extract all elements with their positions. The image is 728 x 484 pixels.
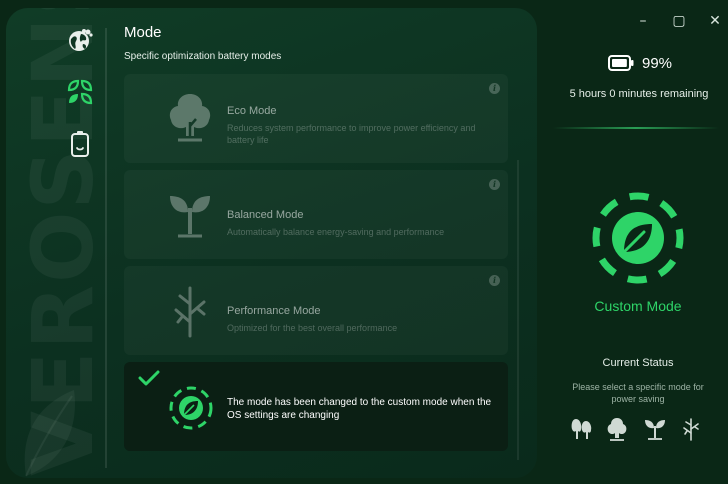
status-hint: Please select a specific mode for power …: [572, 382, 704, 404]
battery-level-icon: [608, 55, 634, 71]
nav-battery[interactable]: [62, 126, 98, 162]
check-icon: [138, 370, 160, 386]
info-icon[interactable]: i: [489, 275, 500, 286]
custom-mode-icon: [169, 386, 213, 430]
status-divider: [553, 127, 719, 129]
mode-title-eco: Eco Mode: [227, 105, 277, 117]
eco-globe-icon: [69, 29, 93, 51]
mode-card-custom[interactable]: The mode has been changed to the custom …: [124, 362, 508, 451]
mode-title-balanced: Balanced Mode: [227, 209, 304, 221]
page-subtitle: Specific optimization battery modes: [124, 51, 282, 62]
sprout-icon: [170, 196, 210, 238]
mode-card-eco[interactable]: Eco Mode Reduces system performance to i…: [124, 74, 508, 163]
info-icon[interactable]: i: [489, 179, 500, 190]
maximize-button[interactable]: ▢: [668, 10, 690, 32]
mode-card-balanced[interactable]: Balanced Mode Automatically balance ener…: [124, 170, 508, 259]
current-status-label: Current Status: [602, 357, 674, 369]
minimize-button[interactable]: –: [632, 10, 654, 32]
nav-divider-line: [105, 28, 107, 468]
mode-card-performance[interactable]: Performance Mode Optimized for the best …: [124, 266, 508, 355]
leaf-decoration-icon: [24, 390, 75, 477]
leaves-grid-icon: [67, 79, 93, 105]
custom-mode-message: The mode has been changed to the custom …: [227, 397, 492, 421]
battery-status: 99%: [608, 52, 672, 74]
close-button[interactable]: ✕: [704, 10, 726, 32]
nav-mode[interactable]: [62, 74, 98, 110]
mode-desc-balanced: Automatically balance energy-saving and …: [227, 227, 445, 237]
info-icon[interactable]: i: [489, 83, 500, 94]
page-title: Mode: [124, 24, 162, 41]
battery-percent: 99%: [642, 54, 673, 72]
battery-icon: [71, 131, 89, 157]
mode-desc-eco: Reduces system performance to improve po…: [227, 123, 476, 145]
sprout-icon[interactable]: [644, 417, 666, 441]
tree-icon: [169, 94, 211, 142]
tree-icon[interactable]: [606, 417, 628, 441]
time-remaining: 5 hours 0 minutes remaining: [569, 88, 709, 100]
active-mode-icon: [592, 192, 684, 284]
active-mode-label: Custom Mode: [594, 298, 682, 314]
trees-icon[interactable]: [570, 417, 592, 441]
window-controls: – ▢ ✕: [618, 10, 728, 32]
mode-desc-performance: Optimized for the best overall performan…: [227, 323, 398, 333]
branch-icon[interactable]: [680, 417, 702, 441]
mode-icon-row: [570, 417, 710, 441]
scrollbar[interactable]: [517, 160, 519, 460]
nav-eco-globe[interactable]: [62, 22, 98, 58]
branch-icon: [174, 286, 206, 338]
mode-title-performance: Performance Mode: [227, 305, 321, 317]
